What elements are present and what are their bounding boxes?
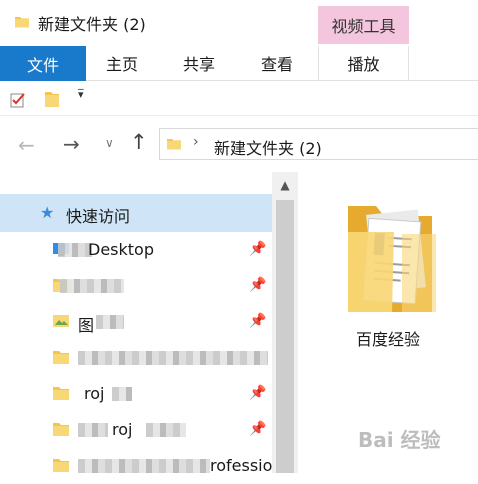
- nav-item-blurred[interactable]: 📌: [0, 268, 272, 304]
- nav-item-project-2[interactable]: roj 📌: [0, 412, 272, 448]
- pin-icon[interactable]: 📌: [249, 385, 266, 401]
- nav-item-blurred[interactable]: [0, 340, 272, 376]
- up-arrow-icon[interactable]: ↑: [130, 130, 148, 154]
- tab-file[interactable]: 文件: [0, 46, 86, 81]
- properties-check-icon[interactable]: [9, 91, 27, 113]
- scroll-thumb[interactable]: [276, 200, 294, 473]
- customize-toolbar-dropdown-icon[interactable]: ▾ ‾: [78, 87, 84, 114]
- nav-item-label: 图: [78, 316, 95, 335]
- folder-icon: [52, 385, 70, 405]
- recent-locations-chevron-icon[interactable]: ∨: [105, 136, 114, 150]
- tab-share[interactable]: 共享: [166, 46, 232, 80]
- quick-access-toolbar: ▾ ‾: [0, 82, 478, 116]
- scroll-up-arrow-icon[interactable]: ▲: [272, 172, 298, 198]
- folder-icon: [166, 136, 182, 156]
- folder-icon: [52, 421, 70, 441]
- nav-scrollbar[interactable]: ▲: [272, 172, 298, 473]
- nav-item-desktop[interactable]: Desktop 📌: [0, 232, 272, 268]
- pin-icon[interactable]: 📌: [249, 421, 266, 437]
- navigation-pane: ★ 快速访问 Desktop 📌 📌 图 📌 roj 📌 roj 📌 rofes…: [0, 172, 297, 475]
- address-bar[interactable]: › 新建文件夹 (2): [159, 128, 478, 160]
- new-folder-icon[interactable]: [44, 90, 60, 112]
- folder-icon: [52, 349, 70, 369]
- tab-view[interactable]: 查看: [246, 46, 308, 80]
- forward-arrow-icon[interactable]: →: [63, 132, 80, 156]
- nav-item-label: roj: [112, 420, 133, 439]
- star-icon: ★: [40, 203, 55, 222]
- watermark-text: Bai 经验: [358, 428, 441, 452]
- nav-quick-access[interactable]: ★ 快速访问: [0, 194, 272, 232]
- ribbon-tabs: 文件 主页 共享 查看 播放: [0, 46, 478, 81]
- nav-item-pictures[interactable]: 图 📌: [0, 304, 272, 340]
- nav-item-label: Desktop: [88, 240, 154, 259]
- pin-icon[interactable]: 📌: [249, 313, 266, 329]
- pin-icon[interactable]: 📌: [249, 241, 266, 257]
- nav-item-project[interactable]: roj 📌: [0, 376, 272, 412]
- title-bar: 新建文件夹 (2) 视频工具: [0, 0, 478, 46]
- file-list: 百度经验 Bai 经验: [298, 172, 478, 473]
- folder-item-label[interactable]: 百度经验: [298, 326, 478, 350]
- nav-item-label: roj: [84, 384, 105, 403]
- video-tools-context-header: 视频工具: [318, 6, 409, 44]
- window-title: 新建文件夹 (2): [38, 15, 146, 34]
- navigation-bar: ← → ∨ ↑ › 新建文件夹 (2): [0, 124, 478, 164]
- nav-item-professional[interactable]: rofessional: [0, 448, 297, 484]
- nav-quick-access-label: 快速访问: [66, 207, 131, 226]
- pictures-icon: [52, 313, 70, 333]
- breadcrumb-current-folder[interactable]: 新建文件夹 (2): [214, 135, 322, 159]
- folder-icon: [14, 14, 30, 34]
- folder-with-documents-icon: [348, 206, 436, 312]
- breadcrumb-chevron-icon[interactable]: ›: [193, 134, 199, 150]
- pin-icon[interactable]: 📌: [249, 277, 266, 293]
- folder-icon: [52, 457, 70, 477]
- back-arrow-icon[interactable]: ←: [18, 133, 35, 157]
- tab-play[interactable]: 播放: [318, 46, 409, 80]
- tab-home[interactable]: 主页: [91, 46, 153, 80]
